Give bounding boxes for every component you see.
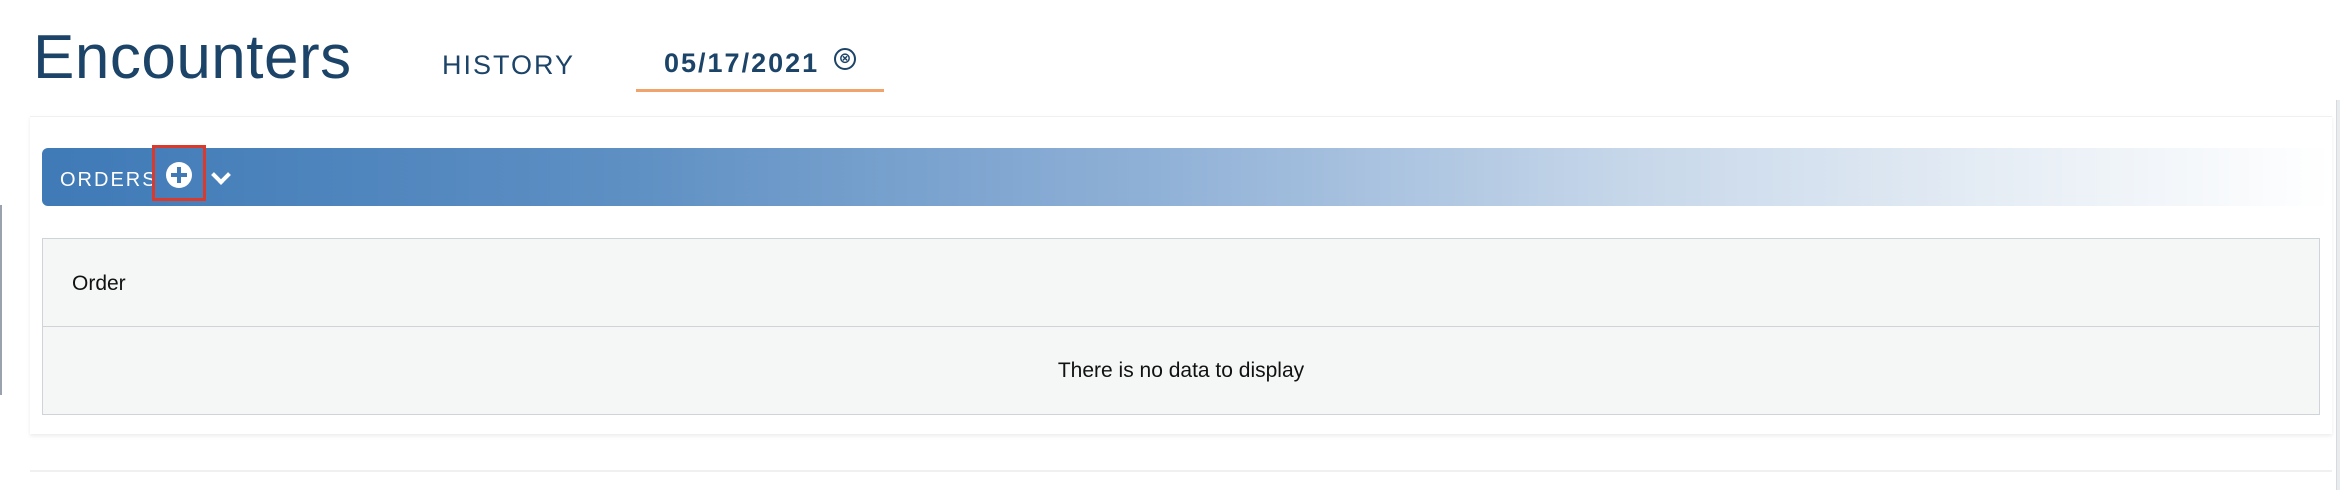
left-edge-divider <box>0 205 2 395</box>
tab-encounter-date[interactable]: 05/17/2021 ⊗ <box>636 24 884 92</box>
section-divider <box>30 470 2332 472</box>
orders-label: ORDERS <box>60 169 158 191</box>
orders-table: Order There is no data to display <box>42 238 2320 415</box>
orders-section-header: ORDERS <box>42 145 2332 206</box>
add-order-button[interactable] <box>152 145 206 201</box>
column-header-order[interactable]: Order <box>72 271 126 297</box>
close-icon[interactable]: ⊗ <box>834 48 856 70</box>
tab-history[interactable]: HISTORY <box>442 48 575 82</box>
page-title: Encounters <box>33 23 352 92</box>
page-header: Encounters HISTORY 05/17/2021 ⊗ <box>0 0 2340 115</box>
table-header-row: Order <box>43 239 2319 327</box>
plus-circle-icon <box>166 162 192 188</box>
empty-state-message: There is no data to display <box>1057 359 1305 382</box>
chevron-down-icon[interactable] <box>211 165 231 185</box>
table-empty-row: There is no data to display <box>43 327 2319 415</box>
scrollbar[interactable] <box>2336 100 2340 490</box>
tab-encounter-date-label: 05/17/2021 <box>664 48 820 78</box>
